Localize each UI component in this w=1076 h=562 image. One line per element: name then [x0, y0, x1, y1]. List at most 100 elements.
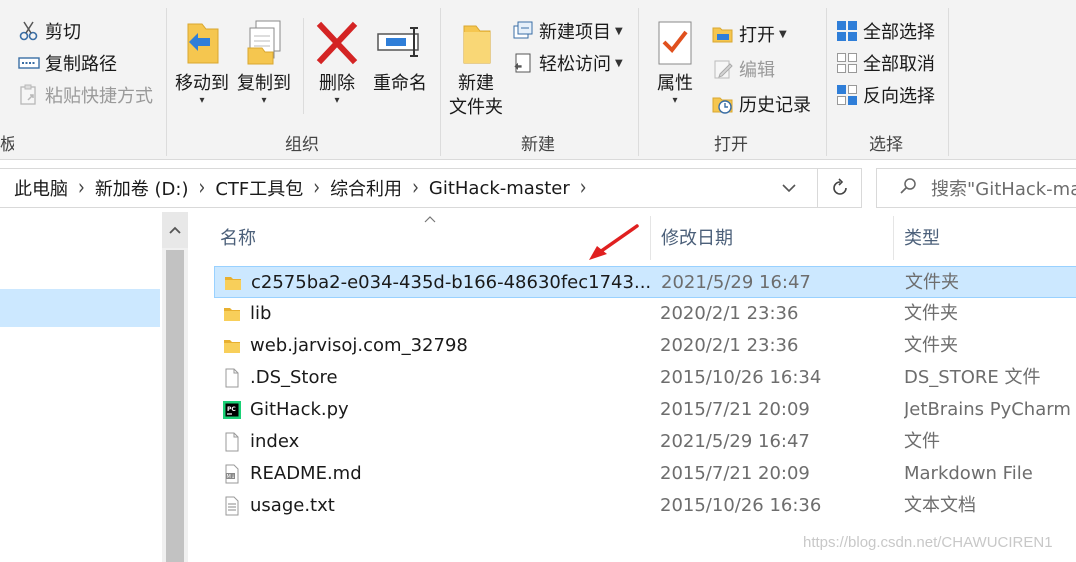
open-button[interactable]: 打开 ▼: [712, 20, 787, 48]
address-history-dropdown[interactable]: [769, 169, 809, 207]
open-label: 打开: [739, 25, 775, 46]
markdown-file-icon: M↓: [222, 464, 242, 484]
properties-button[interactable]: 属性 ▾: [648, 18, 702, 106]
pycharm-file-icon: PC: [222, 400, 242, 420]
file-modified-date: 2020/2/1 23:36: [660, 303, 799, 324]
cut-label: 剪切: [45, 22, 81, 43]
new-folder-button[interactable]: 新建 文件夹: [446, 18, 506, 120]
file-modified-date: 2015/10/26 16:36: [660, 495, 822, 516]
blank-file-icon: [222, 432, 242, 452]
breadcrumb-chevron-icon[interactable]: ›: [313, 175, 320, 201]
scroll-up-button[interactable]: [162, 212, 188, 248]
sort-ascending-icon: [424, 212, 436, 226]
refresh-button[interactable]: [817, 169, 861, 207]
copy-path-button[interactable]: 复制路径: [18, 49, 117, 77]
invert-selection-label: 反向选择: [863, 86, 935, 107]
history-clock-icon: [712, 93, 734, 115]
search-icon: [899, 177, 917, 200]
history-button[interactable]: 历史记录: [712, 90, 811, 118]
select-none-label: 全部取消: [863, 54, 935, 75]
ribbon: 剪切 复制路径 粘贴快捷方式 板 移动到 ▾ 复制到 ▾ 删除 ▾ 重命名 组织…: [0, 0, 1076, 160]
navigation-pane[interactable]: [0, 212, 162, 562]
breadcrumb-item[interactable]: 新加卷 (D:): [95, 175, 189, 201]
select-none-button[interactable]: 全部取消: [836, 49, 935, 77]
clipboard-group-label: 板: [0, 135, 14, 155]
breadcrumb-chevron-icon[interactable]: ›: [199, 175, 206, 201]
properties-checkmark-icon: [651, 18, 699, 68]
file-name: c2575ba2-e034-435d-b166-48630fec1743...: [251, 272, 651, 293]
file-row[interactable]: usage.txt 2015/10/26 16:36 文本文档: [214, 490, 1076, 522]
folder-row[interactable]: lib 2020/2/1 23:36 文件夹: [214, 298, 1076, 330]
column-header-name[interactable]: 名称: [220, 212, 256, 262]
scrollbar-thumb[interactable]: [166, 250, 184, 562]
scissors-icon: [18, 20, 40, 42]
edit-label: 编辑: [739, 60, 775, 81]
select-group-label: 选择: [869, 135, 903, 155]
group-divider: [948, 8, 949, 156]
column-header-modified[interactable]: 修改日期: [661, 212, 733, 262]
chevron-down-icon: ▾: [199, 95, 205, 106]
copy-to-icon: [240, 18, 288, 68]
file-name: GitHack.py: [250, 399, 349, 420]
file-type: Markdown File: [904, 463, 1033, 484]
text-file-icon: [222, 496, 242, 516]
breadcrumb-chevron-icon[interactable]: ›: [412, 175, 419, 201]
file-row[interactable]: M↓ README.md 2015/7/21 20:09 Markdown File: [214, 458, 1076, 490]
chevron-down-icon: ▾: [261, 95, 267, 106]
new-item-icon: [512, 20, 534, 42]
breadcrumb-chevron-icon[interactable]: ›: [580, 175, 587, 201]
edit-button[interactable]: 编辑: [712, 55, 775, 83]
file-name: README.md: [250, 463, 362, 484]
address-bar[interactable]: 此电脑 › 新加卷 (D:) › CTF工具包 › 综合利用 › GitHack…: [0, 168, 862, 208]
nav-selected-item[interactable]: [0, 289, 160, 327]
move-to-icon: [178, 18, 226, 68]
file-row[interactable]: .DS_Store 2015/10/26 16:34 DS_STORE 文件: [214, 362, 1076, 394]
rename-button[interactable]: 重命名: [368, 18, 432, 96]
folder-row[interactable]: c2575ba2-e034-435d-b166-48630fec1743... 2…: [214, 266, 1076, 298]
delete-button[interactable]: 删除 ▾: [310, 18, 364, 106]
rename-icon: [376, 18, 424, 68]
open-folder-icon: [712, 23, 734, 45]
copy-path-icon: [18, 52, 40, 74]
new-folder-label-line1: 新建: [458, 73, 494, 94]
breadcrumb-item[interactable]: 此电脑: [14, 175, 68, 201]
column-divider[interactable]: [650, 216, 651, 260]
file-modified-date: 2020/2/1 23:36: [660, 335, 799, 356]
open-group-label: 打开: [714, 135, 748, 155]
move-to-button[interactable]: 移动到 ▾: [172, 18, 232, 106]
select-none-icon: [836, 52, 858, 74]
chevron-down-icon: [782, 184, 796, 193]
file-name: lib: [250, 303, 272, 324]
file-type: 文本文档: [904, 495, 976, 516]
navigation-scrollbar[interactable]: [162, 212, 188, 562]
file-type: 文件夹: [904, 303, 958, 324]
folder-icon: [223, 273, 243, 293]
blank-file-icon: [222, 368, 242, 388]
copy-to-label: 复制到: [237, 73, 291, 94]
breadcrumb-chevron-icon[interactable]: ›: [78, 175, 85, 201]
breadcrumb-item[interactable]: CTF工具包: [215, 175, 303, 201]
file-row[interactable]: index 2021/5/29 16:47 文件: [214, 426, 1076, 458]
search-input[interactable]: 搜索"GitHack-master": [876, 168, 1076, 208]
folder-row[interactable]: web.jarvisoj.com_32798 2020/2/1 23:36 文件夹: [214, 330, 1076, 362]
group-divider: [303, 18, 304, 114]
breadcrumb-item[interactable]: GitHack-master: [429, 178, 570, 199]
paste-shortcut-button[interactable]: 粘贴快捷方式: [18, 81, 153, 109]
dropdown-arrow-icon: ▼: [615, 25, 623, 37]
file-modified-date: 2015/7/21 20:09: [660, 399, 810, 420]
file-type: 文件夹: [904, 335, 958, 356]
cut-button[interactable]: 剪切: [18, 17, 81, 45]
file-modified-date: 2021/5/29 16:47: [661, 272, 811, 293]
easy-access-button[interactable]: 轻松访问 ▼: [512, 49, 623, 77]
breadcrumb-item[interactable]: 综合利用: [330, 175, 402, 201]
column-divider[interactable]: [893, 216, 894, 260]
file-type: DS_STORE 文件: [904, 367, 1041, 388]
dropdown-arrow-icon: ▼: [779, 28, 787, 40]
select-all-button[interactable]: 全部选择: [836, 17, 935, 45]
column-header-type[interactable]: 类型: [904, 212, 940, 262]
file-row[interactable]: PC GitHack.py 2015/7/21 20:09 JetBrains PyC…: [214, 394, 1076, 426]
new-item-button[interactable]: 新建项目 ▼: [512, 17, 623, 45]
invert-selection-button[interactable]: 反向选择: [836, 81, 935, 109]
copy-to-button[interactable]: 复制到 ▾: [234, 18, 294, 106]
file-name: usage.txt: [250, 495, 335, 516]
